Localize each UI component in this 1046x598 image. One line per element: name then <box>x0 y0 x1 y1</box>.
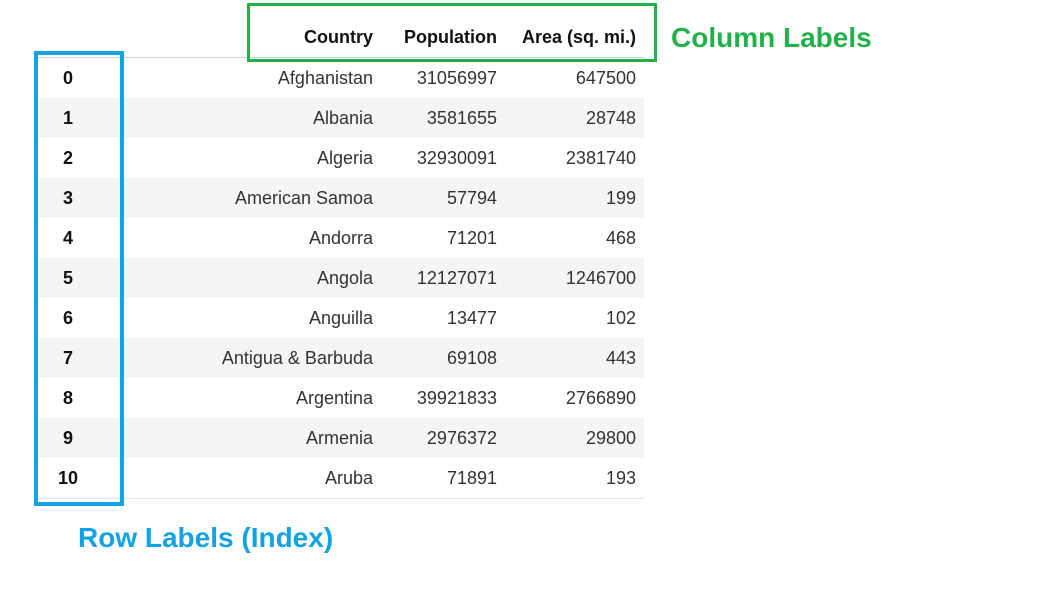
cell-area: 443 <box>605 347 636 368</box>
cell-area: 102 <box>605 307 636 328</box>
table-row: 10 Aruba 71891 193 <box>38 458 644 498</box>
cell-population: 12127071 <box>416 267 497 288</box>
table-row: 2 Algeria 32930091 2381740 <box>38 138 644 178</box>
table-row: 7 Antigua & Barbuda 69108 443 <box>38 338 644 378</box>
cell-population: 57794 <box>446 187 497 208</box>
cell-area: 28748 <box>585 107 636 128</box>
cell-country: Antigua & Barbuda <box>221 347 373 368</box>
column-labels-annotation: Column Labels <box>671 22 872 53</box>
cell-country: Andorra <box>308 227 373 248</box>
cell-country: Afghanistan <box>277 67 373 88</box>
cell-area: 1246700 <box>565 267 636 288</box>
cell-country: Anguilla <box>308 307 373 328</box>
table-row: 9 Armenia 2976372 29800 <box>38 418 644 458</box>
cell-area: 468 <box>605 227 636 248</box>
cell-area: 199 <box>605 187 636 208</box>
table-body: 0 Afghanistan 31056997 647500 1 Albania … <box>38 58 644 499</box>
cell-country: Armenia <box>305 427 373 448</box>
table-row: 6 Anguilla 13477 102 <box>38 298 644 338</box>
cell-population: 39921833 <box>416 387 497 408</box>
cell-country: American Samoa <box>234 187 373 208</box>
cell-country: Aruba <box>324 467 373 488</box>
cell-population: 71891 <box>446 467 497 488</box>
table-row: 8 Argentina 39921833 2766890 <box>38 378 644 418</box>
cell-population: 31056997 <box>416 67 497 88</box>
row-labels-highlight-box <box>34 51 124 506</box>
cell-population: 69108 <box>446 347 497 368</box>
cell-area: 193 <box>605 467 636 488</box>
cell-country: Argentina <box>295 387 373 408</box>
cell-area: 647500 <box>575 67 636 88</box>
cell-area: 2766890 <box>565 387 636 408</box>
cell-population: 2976372 <box>426 427 497 448</box>
cell-area: 2381740 <box>565 147 636 168</box>
table-row: 1 Albania 3581655 28748 <box>38 98 644 138</box>
table-row: 3 American Samoa 57794 199 <box>38 178 644 218</box>
dataframe-table: Country Population Area (sq. mi.) 0 Afgh… <box>38 17 644 499</box>
cell-area: 29800 <box>585 427 636 448</box>
cell-country: Angola <box>316 267 373 288</box>
cell-population: 13477 <box>446 307 497 328</box>
table-row: 4 Andorra 71201 468 <box>38 218 644 258</box>
column-labels-highlight-box <box>247 3 657 62</box>
cell-country: Albania <box>312 107 373 128</box>
row-labels-annotation: Row Labels (Index) <box>78 522 334 553</box>
cell-population: 71201 <box>446 227 497 248</box>
cell-country: Algeria <box>316 147 373 168</box>
cell-population: 32930091 <box>416 147 497 168</box>
cell-population: 3581655 <box>426 107 497 128</box>
table-row: 0 Afghanistan 31056997 647500 <box>38 58 644 98</box>
table-row: 5 Angola 12127071 1246700 <box>38 258 644 298</box>
